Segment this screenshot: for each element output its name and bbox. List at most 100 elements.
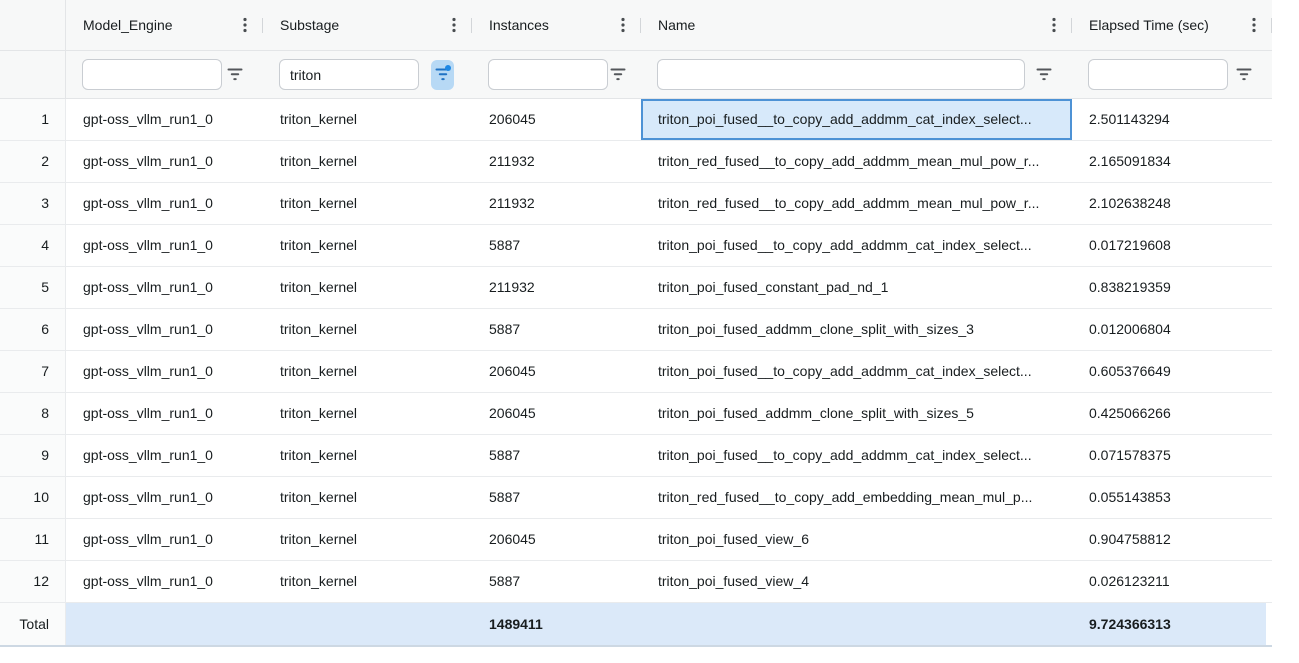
cell-substage[interactable]: triton_kernel	[263, 309, 472, 350]
cell-model_engine[interactable]: gpt-oss_vllm_run1_0	[66, 309, 263, 350]
cell-elapsed[interactable]: 0.425066266	[1072, 393, 1272, 434]
cell-elapsed[interactable]: 2.501143294	[1072, 99, 1272, 140]
cell-model_engine[interactable]: gpt-oss_vllm_run1_0	[66, 267, 263, 308]
filter-input-substage[interactable]	[279, 59, 419, 90]
column-header-name[interactable]: Name	[641, 0, 1072, 50]
column-filter-cell	[641, 51, 1072, 98]
cell-elapsed[interactable]: 0.605376649	[1072, 351, 1272, 392]
cell-substage[interactable]: triton_kernel	[263, 267, 472, 308]
column-menu-button[interactable]	[450, 14, 458, 36]
cell-substage[interactable]: triton_kernel	[263, 519, 472, 560]
cell-elapsed[interactable]: 0.055143853	[1072, 477, 1272, 518]
cell-substage[interactable]: triton_kernel	[263, 351, 472, 392]
cell-substage[interactable]: triton_kernel	[263, 393, 472, 434]
filter-button-instances[interactable]	[608, 66, 628, 83]
kebab-menu-icon	[243, 17, 247, 33]
cell-instances[interactable]: 206045	[472, 99, 641, 140]
cell-model_engine[interactable]: gpt-oss_vllm_run1_0	[66, 435, 263, 476]
cell-name[interactable]: triton_poi_fused__to_copy_add_addmm_cat_…	[641, 351, 1072, 392]
column-menu-button[interactable]	[1250, 14, 1258, 36]
column-header-elapsed[interactable]: Elapsed Time (sec)	[1072, 0, 1272, 50]
total-band: 1489411 9.724366313	[66, 603, 1266, 645]
filter-input-elapsed[interactable]	[1088, 59, 1228, 90]
filter-button-model_engine[interactable]	[225, 66, 245, 83]
cell-elapsed[interactable]: 0.904758812	[1072, 519, 1272, 560]
row-number: 2	[0, 141, 66, 182]
cell-elapsed[interactable]: 0.026123211	[1072, 561, 1272, 602]
cell-elapsed[interactable]: 0.071578375	[1072, 435, 1272, 476]
column-filter-cell	[472, 51, 641, 98]
cell-instances[interactable]: 5887	[472, 309, 641, 350]
cell-name[interactable]: triton_red_fused__to_copy_add_embedding_…	[641, 477, 1072, 518]
filter-input-instances[interactable]	[488, 59, 608, 90]
column-header-substage[interactable]: Substage	[263, 0, 472, 50]
cell-model_engine[interactable]: gpt-oss_vllm_run1_0	[66, 477, 263, 518]
column-menu-button[interactable]	[1050, 14, 1058, 36]
table-row: 5 gpt-oss_vllm_run1_0triton_kernel211932…	[0, 267, 1272, 309]
row-number: 7	[0, 351, 66, 392]
column-menu-button[interactable]	[619, 14, 627, 36]
cell-substage[interactable]: triton_kernel	[263, 141, 472, 182]
cell-name[interactable]: triton_red_fused__to_copy_add_addmm_mean…	[641, 183, 1072, 224]
selected-cell-name[interactable]: triton_poi_fused__to_copy_add_addmm_cat_…	[641, 99, 1072, 140]
header-corner	[0, 0, 66, 50]
filter-active-button-substage[interactable]	[431, 60, 454, 90]
cell-name[interactable]: triton_red_fused__to_copy_add_addmm_mean…	[641, 141, 1072, 182]
cell-instances[interactable]: 5887	[472, 477, 641, 518]
cell-model_engine[interactable]: gpt-oss_vllm_run1_0	[66, 561, 263, 602]
column-filter-cell	[1072, 51, 1272, 98]
kebab-menu-icon	[1052, 17, 1056, 33]
cell-name[interactable]: triton_poi_fused_addmm_clone_split_with_…	[641, 393, 1072, 434]
cell-model_engine[interactable]: gpt-oss_vllm_run1_0	[66, 519, 263, 560]
cell-name[interactable]: triton_poi_fused_view_6	[641, 519, 1072, 560]
cell-elapsed[interactable]: 0.838219359	[1072, 267, 1272, 308]
cell-name[interactable]: triton_poi_fused_view_4	[641, 561, 1072, 602]
table-row: 8 gpt-oss_vllm_run1_0triton_kernel206045…	[0, 393, 1272, 435]
filter-input-name[interactable]	[657, 59, 1025, 90]
kebab-menu-icon	[452, 17, 456, 33]
cell-instances[interactable]: 5887	[472, 561, 641, 602]
cell-name[interactable]: triton_poi_fused_addmm_clone_split_with_…	[641, 309, 1072, 350]
cell-name[interactable]: triton_poi_fused__to_copy_add_addmm_cat_…	[641, 225, 1072, 266]
cell-elapsed[interactable]: 2.102638248	[1072, 183, 1272, 224]
column-header-label: Model_Engine	[66, 17, 173, 33]
cell-substage[interactable]: triton_kernel	[263, 183, 472, 224]
cell-elapsed[interactable]: 0.012006804	[1072, 309, 1272, 350]
total-label: Total	[0, 603, 66, 645]
filter-input-model_engine[interactable]	[82, 59, 222, 90]
cell-model_engine[interactable]: gpt-oss_vllm_run1_0	[66, 99, 263, 140]
cell-substage[interactable]: triton_kernel	[263, 99, 472, 140]
cell-elapsed[interactable]: 2.165091834	[1072, 141, 1272, 182]
cell-model_engine[interactable]: gpt-oss_vllm_run1_0	[66, 183, 263, 224]
column-header-instances[interactable]: Instances	[472, 0, 641, 50]
cell-instances[interactable]: 206045	[472, 519, 641, 560]
cell-name[interactable]: triton_poi_fused_constant_pad_nd_1	[641, 267, 1072, 308]
cell-model_engine[interactable]: gpt-oss_vllm_run1_0	[66, 393, 263, 434]
filter-button-name[interactable]	[1034, 66, 1054, 83]
cell-model_engine[interactable]: gpt-oss_vllm_run1_0	[66, 141, 263, 182]
cell-instances[interactable]: 5887	[472, 435, 641, 476]
cell-substage[interactable]: triton_kernel	[263, 561, 472, 602]
cell-substage[interactable]: triton_kernel	[263, 477, 472, 518]
cell-elapsed[interactable]: 0.017219608	[1072, 225, 1272, 266]
cell-instances[interactable]: 206045	[472, 351, 641, 392]
cell-substage[interactable]: triton_kernel	[263, 225, 472, 266]
column-menu-button[interactable]	[241, 14, 249, 36]
cell-instances[interactable]: 211932	[472, 183, 641, 224]
row-number: 9	[0, 435, 66, 476]
cell-model_engine[interactable]: gpt-oss_vllm_run1_0	[66, 351, 263, 392]
kebab-menu-icon	[621, 17, 625, 33]
cell-instances[interactable]: 211932	[472, 267, 641, 308]
table-body: 1 gpt-oss_vllm_run1_0triton_kernel206045…	[0, 99, 1272, 603]
cell-instances[interactable]: 211932	[472, 141, 641, 182]
column-header-model_engine[interactable]: Model_Engine	[66, 0, 263, 50]
filter-button-elapsed[interactable]	[1234, 66, 1254, 83]
cell-substage[interactable]: triton_kernel	[263, 435, 472, 476]
total-elapsed: 9.724366313	[1072, 603, 1266, 645]
cell-model_engine[interactable]: gpt-oss_vllm_run1_0	[66, 225, 263, 266]
cell-instances[interactable]: 206045	[472, 393, 641, 434]
cell-instances[interactable]: 5887	[472, 225, 641, 266]
row-number: 8	[0, 393, 66, 434]
cell-name[interactable]: triton_poi_fused__to_copy_add_addmm_cat_…	[641, 435, 1072, 476]
filter-bars-icon	[610, 68, 626, 81]
